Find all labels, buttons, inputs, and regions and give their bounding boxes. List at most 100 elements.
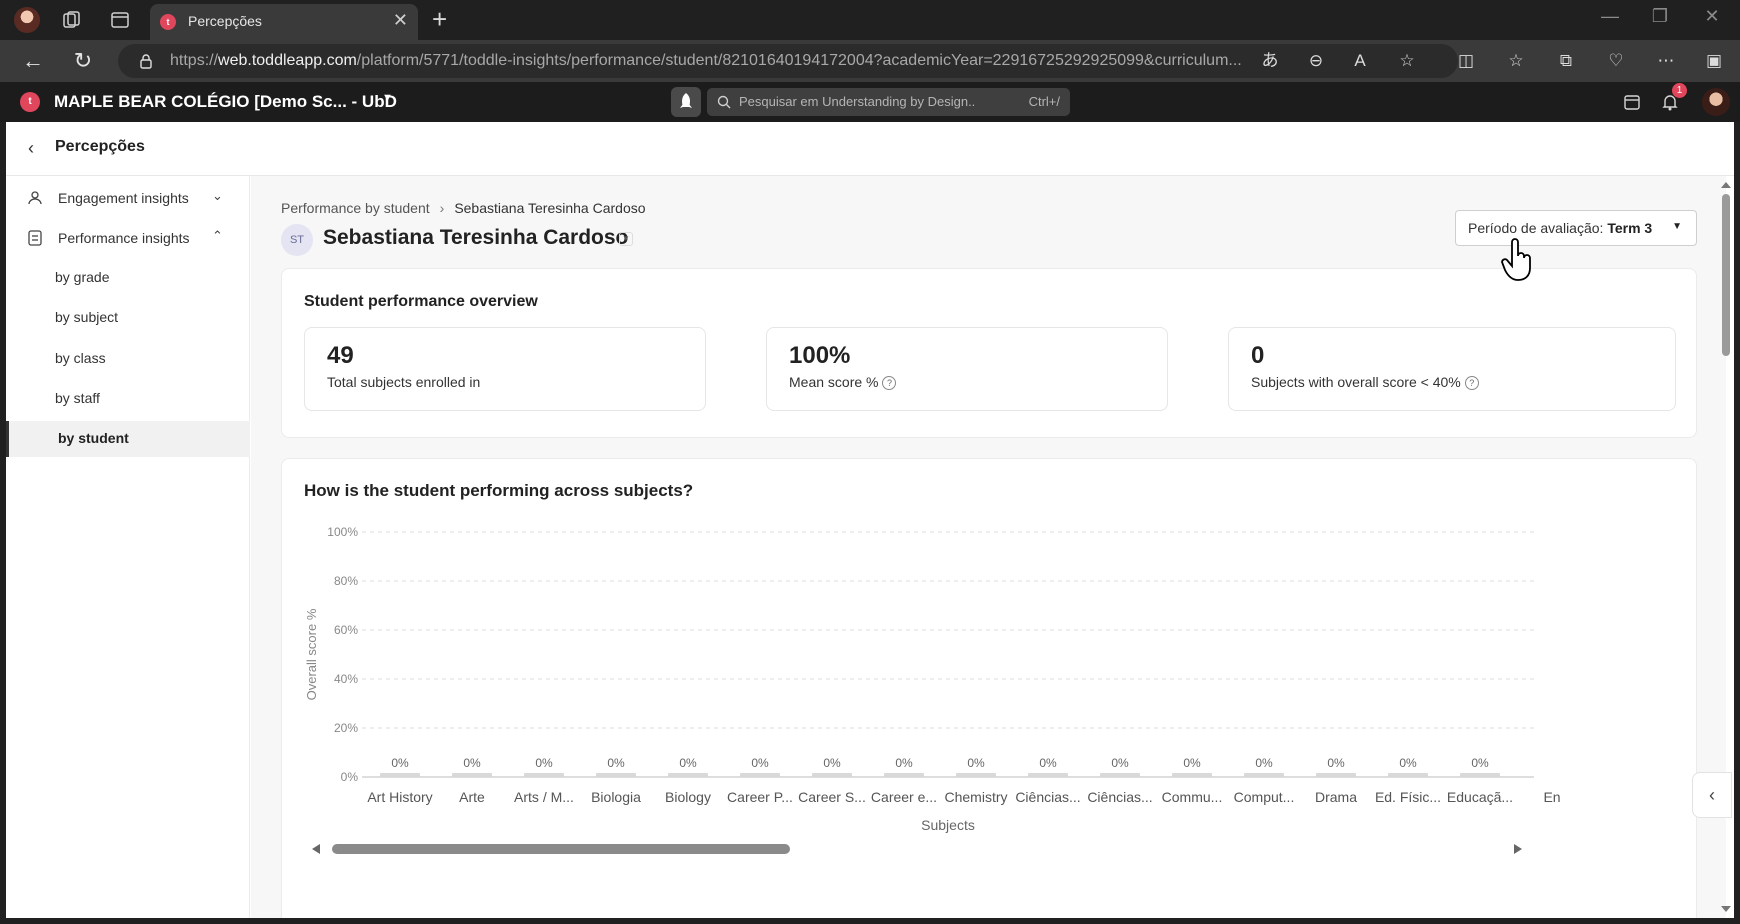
stat-label: Mean score %? bbox=[789, 374, 897, 391]
data-label: 0% bbox=[391, 756, 409, 770]
more-menu-icon[interactable]: ⋯ bbox=[1656, 51, 1676, 71]
chevron-down-icon[interactable]: ▼ bbox=[382, 92, 393, 104]
data-label: 0% bbox=[463, 756, 481, 770]
address-bar[interactable]: https://web.toddleapp.com/platform/5771/… bbox=[118, 44, 1458, 78]
scroll-up-icon[interactable] bbox=[1721, 182, 1731, 188]
bar bbox=[740, 773, 780, 777]
sidebar-item-by-subject[interactable]: by subject bbox=[6, 300, 250, 334]
student-avatar: ST bbox=[281, 224, 313, 256]
breadcrumb-parent-link[interactable]: Performance by student bbox=[281, 200, 430, 216]
school-selector[interactable]: MAPLE BEAR COLÉGIO [Demo Sc... - UbD bbox=[54, 92, 397, 112]
browser-tab-active[interactable]: t Percepções ✕ bbox=[150, 4, 418, 40]
translate-icon[interactable]: あ bbox=[1260, 51, 1280, 71]
x-tick-label: Commu... bbox=[1162, 789, 1223, 805]
favorite-star-icon[interactable]: ☆ bbox=[1397, 51, 1417, 71]
stat-card-low-score-subjects: 0 Subjects with overall score < 40%? bbox=[1228, 327, 1676, 411]
panel-collapse-button[interactable]: ‹ bbox=[1692, 772, 1732, 818]
browser-toolbar: ← ↻ https://web.toddleapp.com/platform/5… bbox=[0, 40, 1740, 82]
period-label-text: Período de avaliação: bbox=[1468, 220, 1604, 236]
bar bbox=[668, 773, 708, 777]
app-header: t MAPLE BEAR COLÉGIO [Demo Sc... - UbD ▼… bbox=[0, 82, 1740, 122]
app-search-input[interactable]: Pesquisar em Understanding by Design.. C… bbox=[707, 88, 1070, 116]
rocket-icon[interactable] bbox=[671, 87, 701, 117]
subject-performance-card: How is the student performing across sub… bbox=[281, 458, 1697, 918]
restore-button[interactable]: ❐ bbox=[1640, 6, 1680, 27]
refresh-button[interactable]: ↻ bbox=[70, 48, 96, 74]
back-arrow-icon[interactable]: ‹ bbox=[28, 138, 34, 159]
rocket-glyph-icon bbox=[680, 93, 692, 108]
x-tick-label: Ed. Físic... bbox=[1375, 789, 1441, 805]
notification-badge: 1 bbox=[1672, 83, 1687, 98]
bar bbox=[1244, 773, 1284, 777]
y-tick-label: 60% bbox=[334, 623, 358, 637]
stat-value: 49 bbox=[327, 342, 354, 369]
new-tab-button[interactable]: + bbox=[432, 4, 447, 34]
page-scrollbar-thumb[interactable] bbox=[1722, 194, 1730, 356]
url-text[interactable]: https://web.toddleapp.com/platform/5771/… bbox=[170, 52, 1360, 70]
x-axis-label: Subjects bbox=[921, 817, 975, 833]
collections-icon[interactable]: ⧉ bbox=[1556, 51, 1576, 71]
favorites-icon[interactable]: ☆ bbox=[1506, 51, 1526, 71]
assessment-period-dropdown[interactable]: Período de avaliação: Term 3 ▼ bbox=[1455, 210, 1697, 246]
sidebar-item-engagement-insights[interactable]: Engagement insights ⌄ bbox=[6, 178, 250, 218]
x-tick-label: Drama bbox=[1315, 789, 1357, 805]
x-tick-label: Ciências... bbox=[1015, 789, 1080, 805]
sidebar-item-by-grade[interactable]: by grade bbox=[6, 260, 250, 294]
search-placeholder: Pesquisar em Understanding by Design.. bbox=[739, 94, 976, 109]
chevron-down-icon: ⌄ bbox=[212, 188, 223, 203]
sidebar-item-performance-insights[interactable]: Performance insights ⌃ bbox=[6, 218, 250, 258]
scroll-left-icon[interactable] bbox=[312, 844, 320, 854]
bar bbox=[452, 773, 492, 777]
calendar-icon[interactable] bbox=[1622, 92, 1642, 112]
bar bbox=[812, 773, 852, 777]
profile-avatar[interactable] bbox=[14, 7, 40, 33]
tab-favicon-icon: t bbox=[160, 14, 176, 30]
sidebar-item-by-student[interactable]: by student bbox=[6, 421, 250, 457]
data-label: 0% bbox=[607, 756, 625, 770]
window-close-button[interactable]: ✕ bbox=[1692, 6, 1732, 27]
x-tick-label: Biologia bbox=[591, 789, 641, 805]
x-tick-label: Biology bbox=[665, 789, 711, 805]
sidebar-item-by-class[interactable]: by class bbox=[6, 341, 250, 375]
split-screen-icon[interactable]: ◫ bbox=[1456, 51, 1476, 71]
page-title: Percepções bbox=[55, 138, 145, 155]
tab-actions-icon[interactable] bbox=[108, 8, 132, 32]
main-content: Performance by student › Sebastiana Teresi… bbox=[251, 176, 1726, 918]
student-switch-dropdown[interactable]: ▼ bbox=[619, 232, 633, 246]
back-button[interactable]: ← bbox=[20, 48, 46, 74]
chart-horizontal-scrollbar[interactable] bbox=[312, 843, 1522, 855]
x-tick-label: Career P... bbox=[727, 789, 793, 805]
data-label: 0% bbox=[1471, 756, 1489, 770]
zoom-out-icon[interactable]: ⊖ bbox=[1306, 51, 1326, 71]
bar bbox=[524, 773, 564, 777]
sidebar-item-by-staff[interactable]: by staff bbox=[6, 381, 250, 415]
help-icon[interactable]: ? bbox=[1464, 376, 1479, 391]
scroll-right-icon[interactable] bbox=[1514, 844, 1522, 854]
x-tick-label: Career e... bbox=[871, 789, 937, 805]
sidebar-toggle-icon[interactable]: ▣ bbox=[1704, 51, 1724, 71]
help-icon[interactable]: ? bbox=[882, 376, 897, 391]
lock-icon bbox=[140, 54, 152, 69]
stat-value: 100% bbox=[789, 342, 851, 369]
data-label: 0% bbox=[751, 756, 769, 770]
bar bbox=[380, 773, 420, 777]
bar bbox=[596, 773, 636, 777]
data-label: 0% bbox=[1399, 756, 1417, 770]
minimize-button[interactable]: — bbox=[1590, 6, 1630, 27]
hand-pointer-cursor-icon bbox=[1501, 238, 1531, 281]
tab-close-icon[interactable]: ✕ bbox=[393, 10, 408, 30]
search-shortcut: Ctrl+/ bbox=[1028, 94, 1060, 109]
stat-label: Total subjects enrolled in bbox=[327, 374, 481, 390]
data-label: 0% bbox=[895, 756, 913, 770]
data-label: 0% bbox=[679, 756, 697, 770]
read-aloud-icon[interactable]: A bbox=[1350, 51, 1370, 71]
browser-essentials-icon[interactable]: ♡ bbox=[1606, 51, 1626, 71]
y-tick-label: 20% bbox=[334, 721, 358, 735]
toddle-logo-icon[interactable]: t bbox=[20, 92, 40, 112]
scrollbar-thumb[interactable] bbox=[332, 844, 790, 854]
user-avatar[interactable] bbox=[1702, 88, 1730, 116]
data-label: 0% bbox=[1183, 756, 1201, 770]
x-tick-label: Educaçã... bbox=[1447, 789, 1513, 805]
scroll-down-icon[interactable] bbox=[1721, 906, 1731, 912]
workspaces-icon[interactable] bbox=[60, 8, 84, 32]
